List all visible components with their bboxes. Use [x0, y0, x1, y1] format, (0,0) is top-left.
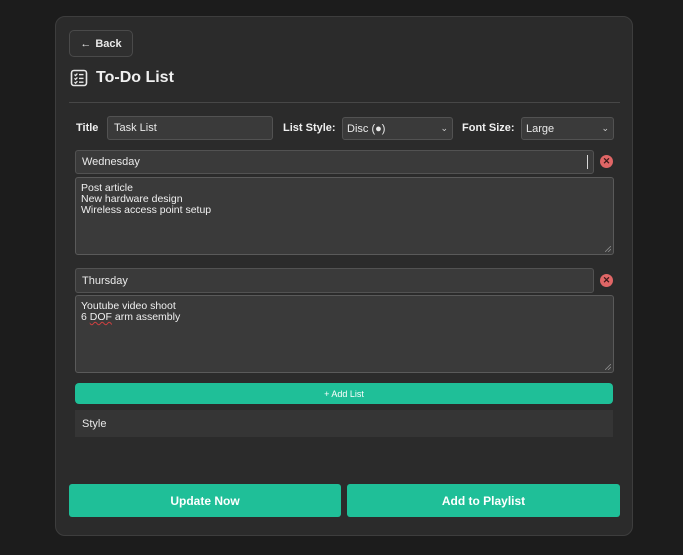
update-now-label: Update Now — [170, 493, 240, 508]
font-size-label: Font Size: — [462, 122, 515, 134]
style-label: Style — [82, 417, 107, 430]
chevron-down-icon: ⌄ — [601, 123, 609, 133]
list-name-value: Wednesday — [82, 156, 140, 168]
list-item: Wireless access point setup — [81, 204, 212, 216]
list-name-input[interactable]: Wednesday — [75, 150, 594, 174]
text-cursor — [587, 155, 588, 169]
remove-list-button[interactable]: ✕ — [600, 274, 613, 287]
list-style-value: Disc (●) — [347, 122, 386, 135]
list-style-select[interactable]: Disc (●) ⌄ — [342, 117, 453, 140]
resize-grip-icon[interactable] — [605, 364, 611, 370]
font-size-value: Large — [526, 122, 555, 135]
header-divider — [69, 102, 620, 103]
add-to-playlist-button[interactable]: Add to Playlist — [347, 484, 620, 517]
list-items-textarea[interactable]: Post article New hardware design Wireles… — [75, 177, 614, 255]
title-input[interactable]: Task List — [107, 116, 273, 140]
title-input-value: Task List — [114, 122, 157, 134]
add-to-playlist-label: Add to Playlist — [441, 493, 526, 508]
page-title: To-Do List — [96, 69, 174, 86]
add-list-button[interactable]: + Add List — [75, 383, 613, 404]
close-icon: ✕ — [602, 275, 611, 285]
close-icon: ✕ — [602, 156, 611, 166]
update-now-button[interactable]: Update Now — [69, 484, 341, 517]
back-label: Back — [95, 37, 122, 50]
style-accordion[interactable]: Style — [75, 410, 613, 437]
back-button[interactable]: ← Back — [69, 30, 133, 57]
remove-list-button[interactable]: ✕ — [600, 155, 613, 168]
list-items-textarea[interactable]: Youtube video shoot 6 DOF arm assembly — [75, 295, 614, 373]
arrow-left-icon: ← — [80, 37, 92, 50]
list-item: 6 DOF arm assembly — [81, 312, 608, 323]
chevron-down-icon: ⌄ — [440, 123, 448, 133]
list-item-text: 6 DOF arm assembly — [81, 311, 181, 323]
checklist-icon — [70, 69, 88, 87]
resize-grip-icon[interactable] — [605, 246, 611, 252]
add-list-label: + Add List — [324, 388, 364, 399]
list-name-input[interactable]: Thursday — [75, 268, 594, 293]
list-name-value: Thursday — [82, 274, 128, 287]
page-header: To-Do List — [70, 69, 174, 87]
title-label: Title — [76, 122, 99, 134]
todo-panel: ← Back To-Do List Title Task List List S… — [55, 16, 633, 536]
list-style-label: List Style: — [283, 122, 336, 134]
font-size-select[interactable]: Large ⌄ — [521, 117, 614, 140]
